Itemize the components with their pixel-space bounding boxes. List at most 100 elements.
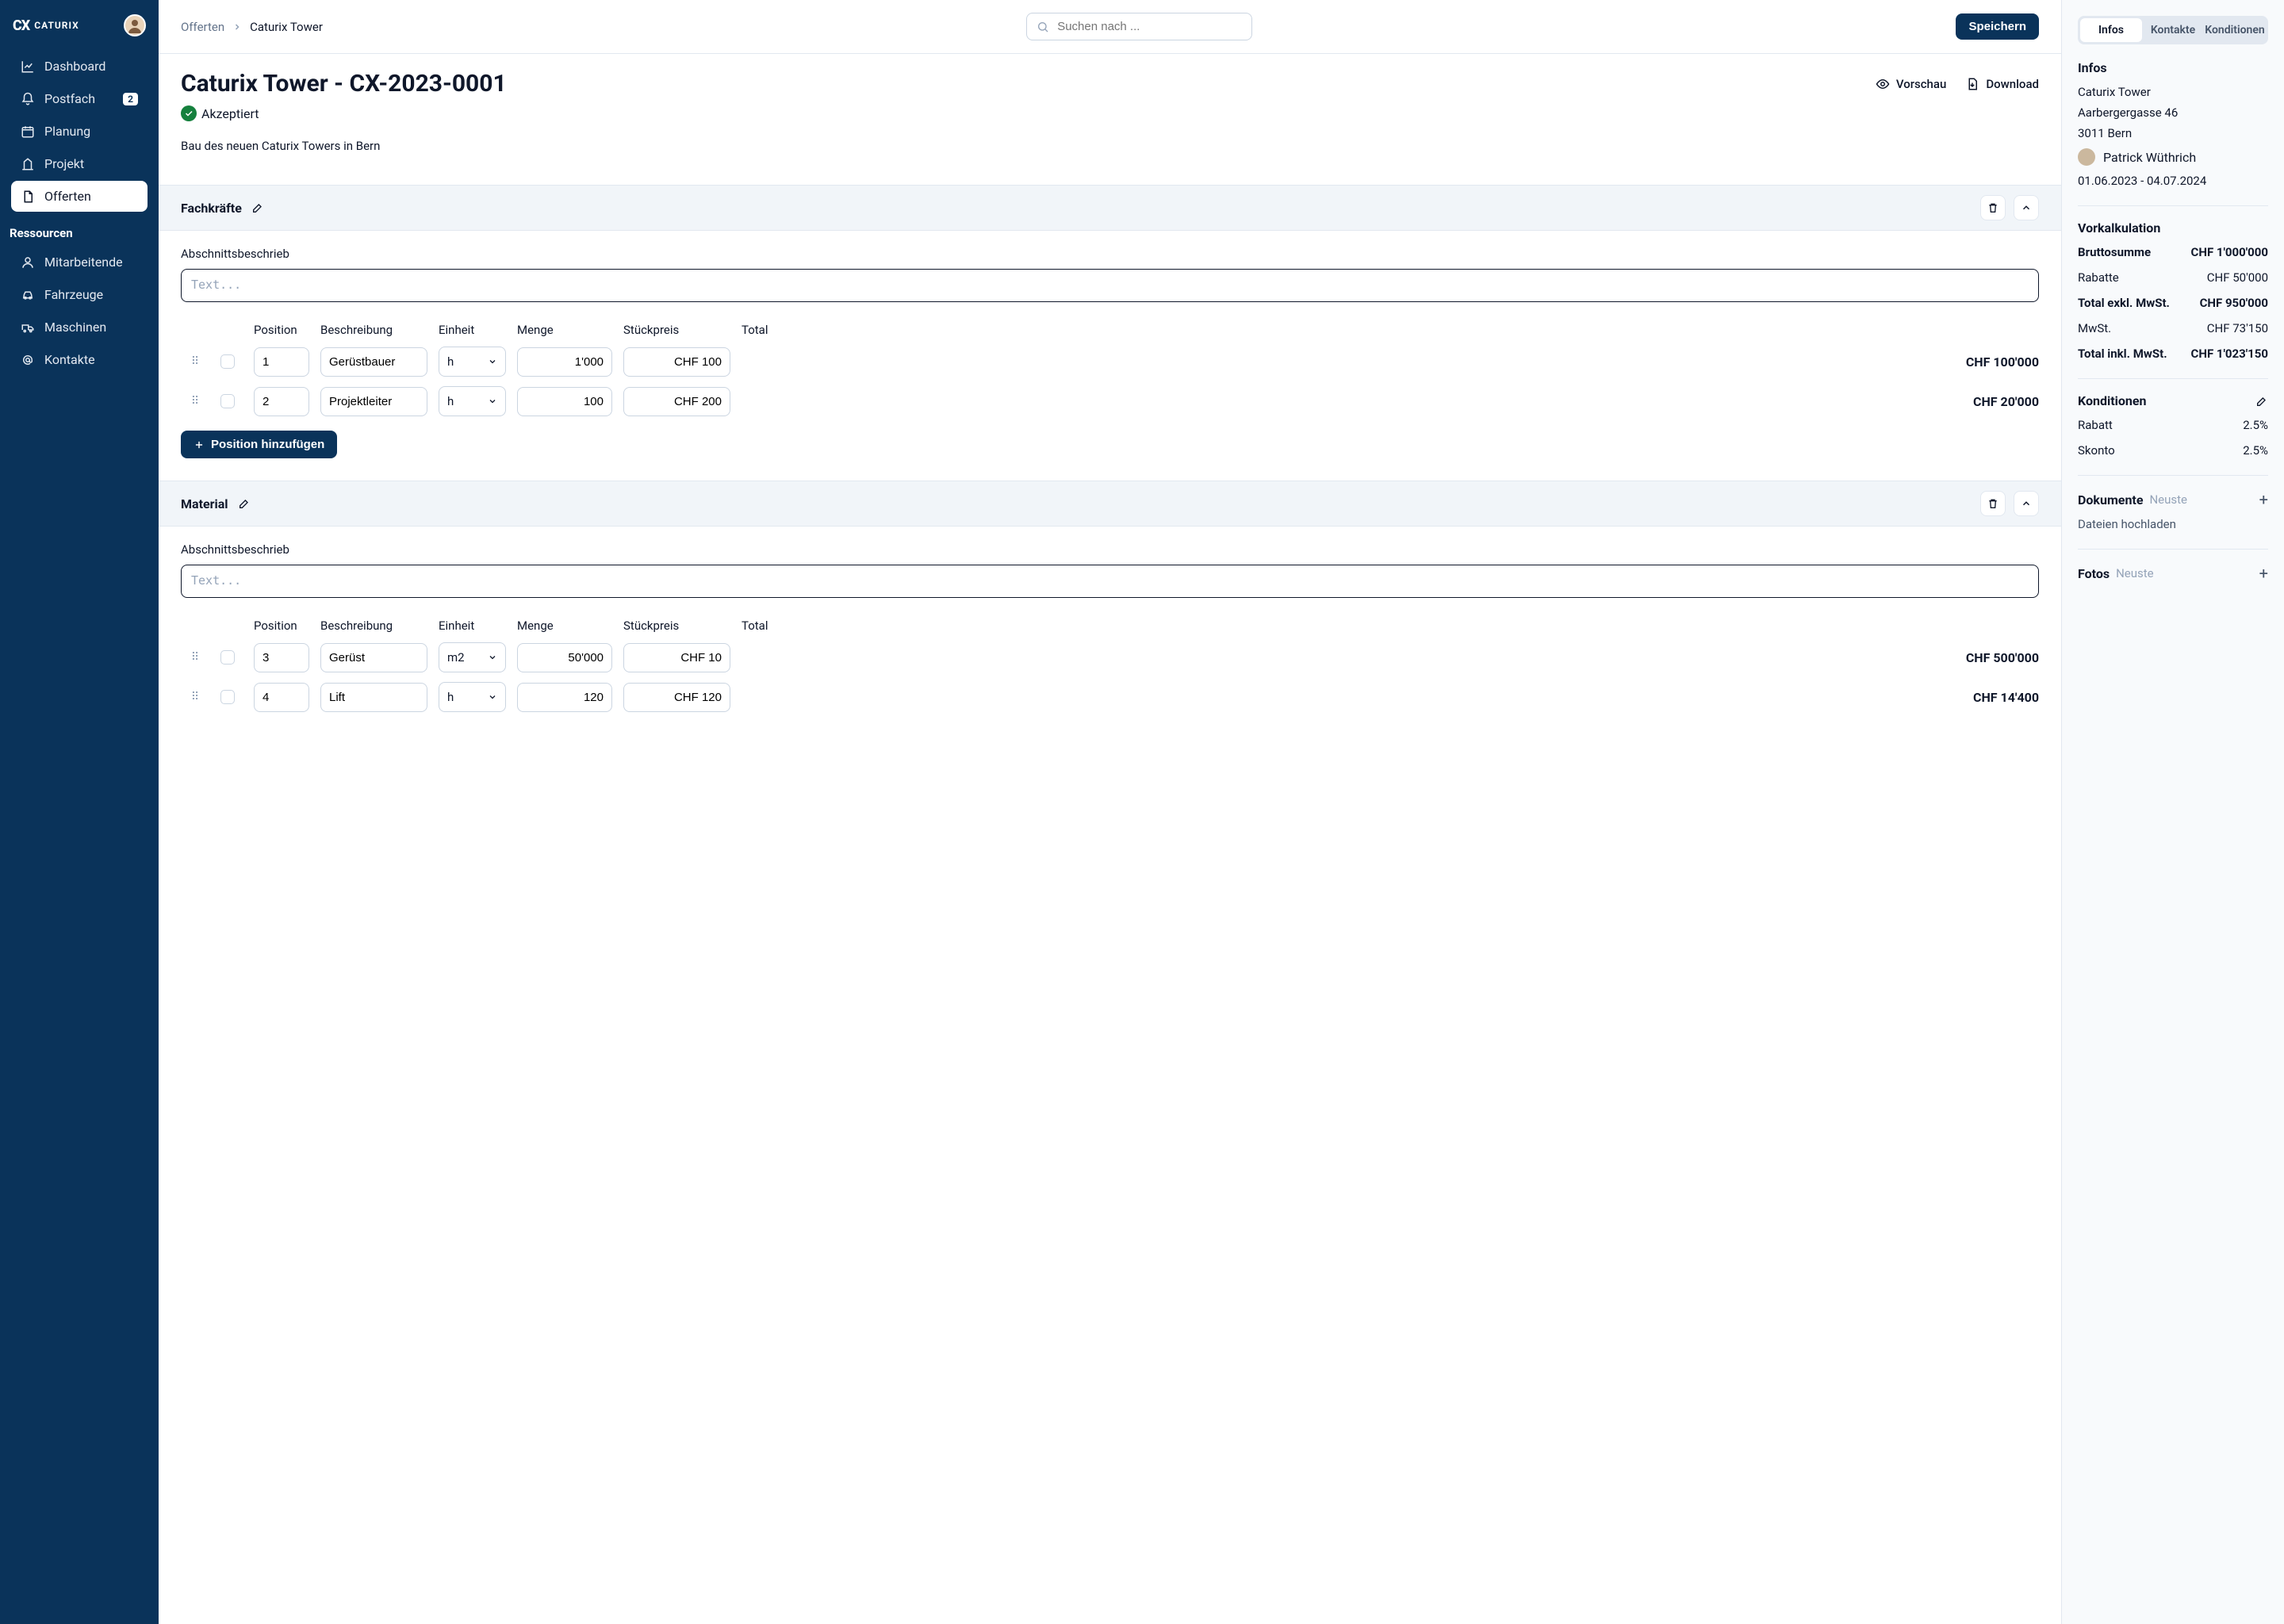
drag-handle-icon[interactable]: ⠿ — [181, 355, 209, 368]
logo[interactable]: CXCATURIX — [13, 17, 79, 34]
position-input[interactable] — [254, 643, 309, 672]
download-icon — [1965, 77, 1979, 91]
table-row: ⠿ m2 CHF 500'000 — [181, 642, 2039, 672]
tab-infos[interactable]: Infos — [2080, 18, 2142, 42]
eye-icon — [1876, 77, 1890, 91]
menge-input[interactable] — [517, 683, 612, 712]
menge-input[interactable] — [517, 387, 612, 416]
row-total: CHF 100'000 — [742, 354, 2039, 370]
beschreibung-input[interactable] — [320, 643, 427, 672]
einheit-select[interactable]: h — [439, 682, 506, 712]
preview-button[interactable]: Vorschau — [1876, 77, 1946, 91]
collapse-button[interactable] — [2014, 195, 2039, 220]
bell-icon — [21, 92, 35, 106]
sort-label[interactable]: Neuste — [2116, 566, 2154, 580]
menge-input[interactable] — [517, 643, 612, 672]
nav-fahrzeuge[interactable]: Fahrzeuge — [11, 279, 148, 310]
sort-label[interactable]: Neuste — [2149, 492, 2187, 507]
row-total: CHF 20'000 — [742, 394, 2039, 409]
stueckpreis-input[interactable] — [623, 683, 730, 712]
einheit-select[interactable]: h — [439, 386, 506, 416]
stueckpreis-input[interactable] — [623, 347, 730, 377]
edit-icon[interactable] — [238, 497, 251, 510]
beschreibung-input[interactable] — [320, 683, 427, 712]
user-icon — [21, 255, 35, 270]
search-input[interactable] — [1026, 13, 1252, 40]
resources-heading: Ressourcen — [0, 213, 159, 247]
drag-handle-icon[interactable]: ⠿ — [181, 691, 209, 703]
collapse-button[interactable] — [2014, 491, 2039, 516]
check-icon — [181, 105, 197, 121]
nav-projekt[interactable]: Projekt — [11, 148, 148, 179]
row-checkbox[interactable] — [220, 394, 235, 408]
date-range: 01.06.2023 - 04.07.2024 — [2078, 174, 2268, 188]
delete-button[interactable] — [1980, 195, 2006, 220]
chevron-down-icon — [488, 396, 497, 406]
stueckpreis-input[interactable] — [623, 643, 730, 672]
section-description-input[interactable] — [181, 565, 2039, 598]
position-input[interactable] — [254, 387, 309, 416]
add-dokument-button[interactable]: + — [2259, 490, 2268, 509]
avatar — [2078, 148, 2095, 166]
address-line: Aarbergergasse 46 — [2078, 105, 2268, 120]
menge-input[interactable] — [517, 347, 612, 377]
nav-maschinen[interactable]: Maschinen — [11, 312, 148, 343]
breadcrumb-root[interactable]: Offerten — [181, 20, 224, 34]
section-title: Material — [181, 496, 228, 511]
col-total: Total — [742, 323, 2039, 337]
download-button[interactable]: Download — [1965, 77, 2039, 91]
edit-icon[interactable] — [2255, 395, 2268, 408]
add-foto-button[interactable]: + — [2259, 564, 2268, 583]
add-position-button[interactable]: Position hinzufügen — [181, 431, 337, 458]
einheit-select[interactable]: m2 — [439, 642, 506, 672]
section-header-fachkraefte: Fachkräfte — [159, 185, 2061, 231]
position-input[interactable] — [254, 347, 309, 377]
section-description-input[interactable] — [181, 269, 2039, 302]
table-row: ⠿ h CHF 20'000 — [181, 386, 2039, 416]
avatar[interactable] — [124, 14, 146, 36]
nav-dashboard[interactable]: Dashboard — [11, 51, 148, 82]
breadcrumb: Offerten Caturix Tower — [181, 20, 323, 34]
edit-icon[interactable] — [251, 201, 264, 214]
stueckpreis-input[interactable] — [623, 387, 730, 416]
col-einheit: Einheit — [439, 323, 506, 337]
row-checkbox[interactable] — [220, 690, 235, 704]
save-button[interactable]: Speichern — [1956, 13, 2039, 40]
dokumente-heading: Dokumente — [2078, 492, 2143, 508]
address-line: 3011 Bern — [2078, 126, 2268, 140]
topbar: Offerten Caturix Tower Speichern — [159, 0, 2061, 54]
row-checkbox[interactable] — [220, 650, 235, 665]
delete-button[interactable] — [1980, 491, 2006, 516]
nav-kontakte[interactable]: Kontakte — [11, 344, 148, 375]
calendar-icon — [21, 124, 35, 139]
project-name: Caturix Tower — [2078, 85, 2268, 99]
row-checkbox[interactable] — [220, 354, 235, 369]
infos-heading: Infos — [2078, 60, 2268, 75]
desc-label: Abschnittsbeschrieb — [181, 542, 2039, 557]
nav-postfach[interactable]: Postfach 2 — [11, 83, 148, 114]
drag-handle-icon[interactable]: ⠿ — [181, 395, 209, 408]
table-row: ⠿ h CHF 100'000 — [181, 347, 2039, 377]
table-row: ⠿ h CHF 14'400 — [181, 682, 2039, 712]
col-menge: Menge — [517, 323, 612, 337]
page-description: Bau des neuen Caturix Towers in Bern — [181, 139, 2039, 153]
nav-planung[interactable]: Planung — [11, 116, 148, 147]
nav-offerten[interactable]: Offerten — [11, 181, 148, 212]
search-icon — [1037, 21, 1049, 33]
document-icon — [21, 190, 35, 204]
upload-link[interactable]: Dateien hochladen — [2078, 517, 2268, 531]
beschreibung-input[interactable] — [320, 387, 427, 416]
right-panel: Infos Kontakte Konditionen Infos Caturix… — [2062, 0, 2284, 1624]
einheit-select[interactable]: h — [439, 347, 506, 377]
konditionen-heading: Konditionen — [2078, 393, 2146, 408]
col-stueckpreis: Stückpreis — [623, 323, 730, 337]
chevron-down-icon — [488, 653, 497, 662]
position-input[interactable] — [254, 683, 309, 712]
nav-mitarbeitende[interactable]: Mitarbeitende — [11, 247, 148, 278]
desc-label: Abschnittsbeschrieb — [181, 247, 2039, 261]
beschreibung-input[interactable] — [320, 347, 427, 377]
tab-kontakte[interactable]: Kontakte — [2142, 18, 2204, 42]
drag-handle-icon[interactable]: ⠿ — [181, 651, 209, 664]
col-beschreibung: Beschreibung — [320, 323, 427, 337]
tab-konditionen[interactable]: Konditionen — [2204, 18, 2266, 42]
